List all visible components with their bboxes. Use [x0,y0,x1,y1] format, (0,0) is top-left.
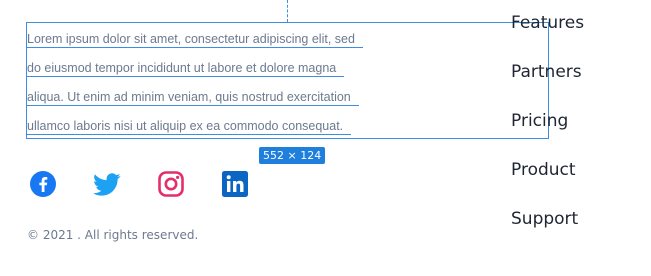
nav-link-pricing[interactable]: Pricing [511,111,568,131]
description-line-3: aliqua. Ut enim ad minim veniam, quis no… [27,90,359,106]
nav-link-features[interactable]: Features [511,13,584,33]
description-line-1: Lorem ipsum dolor sit amet, consectetur … [27,32,363,48]
nav-link-product[interactable]: Product [511,160,576,180]
description-line-4: ullamco laboris nisi ut aliquip ex ea co… [27,119,352,135]
description-line-2: do eiusmod tempor incididunt ut labore e… [27,61,345,77]
nav-link-support[interactable]: Support [511,209,578,229]
instagram-icon[interactable] [157,170,185,198]
facebook-icon[interactable] [29,170,57,198]
nav-link-partners[interactable]: Partners [511,62,582,82]
copyright-text: © 2021 . All rights reserved. [27,228,199,242]
twitter-icon[interactable] [93,170,121,198]
selection-size-badge: 552 × 124 [259,147,326,164]
linkedin-icon[interactable] [221,170,249,198]
alignment-guide [287,0,288,22]
